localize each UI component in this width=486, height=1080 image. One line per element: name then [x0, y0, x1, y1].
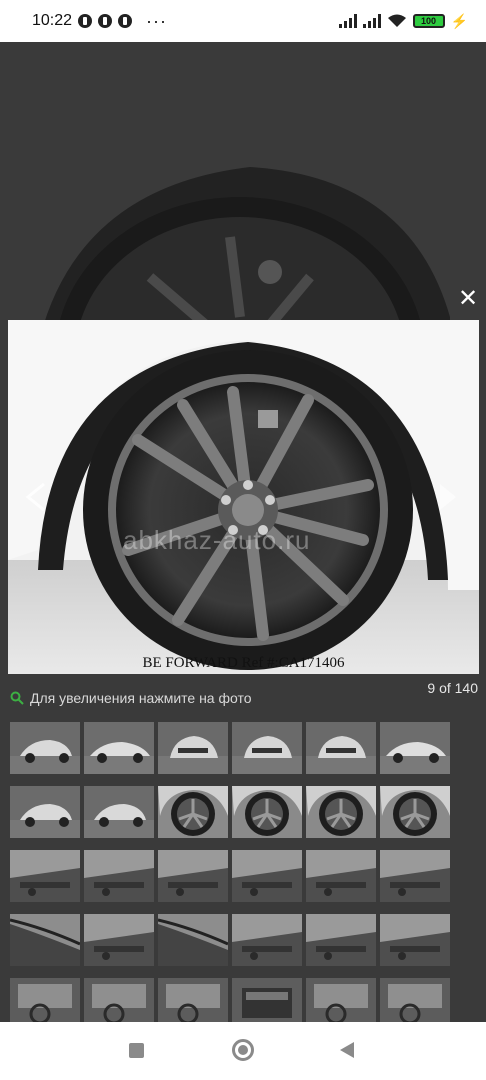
back-button[interactable]	[340, 1042, 354, 1058]
recent-apps-button[interactable]	[129, 1043, 144, 1058]
wifi-icon	[387, 14, 406, 27]
thumbnail-underbody[interactable]	[10, 850, 80, 902]
status-bar: 10:22 ··· 100 ⚡	[0, 0, 486, 42]
thumbnail-underbody[interactable]	[232, 850, 302, 902]
thumbnail-car-rear-white[interactable]	[158, 722, 228, 774]
thumbnail-image	[10, 914, 80, 966]
thumbnail-underbody[interactable]	[306, 914, 376, 966]
thumbnail-car-front-white[interactable]	[10, 786, 80, 838]
search-icon	[10, 691, 24, 705]
thumbnail-underbody[interactable]	[84, 850, 154, 902]
thumbnail-underbody[interactable]	[306, 850, 376, 902]
thumbnail-image	[158, 914, 228, 966]
thumbnail-car-front-white[interactable]	[10, 722, 80, 774]
thumbnail-underbody[interactable]	[84, 914, 154, 966]
previous-photo-button[interactable]	[24, 482, 48, 512]
thumbnail-fender[interactable]	[10, 914, 80, 966]
status-time: 10:22	[32, 12, 73, 29]
wheel-photo-image	[8, 320, 479, 674]
thumbnail-fender[interactable]	[158, 914, 228, 966]
thumbnail-underbody[interactable]	[158, 850, 228, 902]
thumbnail-row	[10, 786, 450, 838]
thumbnail-car-rear-white[interactable]	[232, 722, 302, 774]
signal-icon	[362, 14, 381, 28]
main-photo[interactable]: abkhaz-auto.ru BE FORWARD Ref #:CA171406	[8, 320, 479, 674]
thumbnail-image	[306, 914, 376, 966]
more-notifications-icon: ···	[146, 11, 168, 31]
next-photo-button[interactable]	[436, 482, 460, 512]
thumbnail-wheel[interactable]	[306, 786, 376, 838]
thumbnail-image	[158, 786, 228, 838]
thumbnail-image	[84, 850, 154, 902]
thumbnail-image	[232, 914, 302, 966]
thumbnail-image	[380, 914, 450, 966]
thumbnail-image	[380, 786, 450, 838]
thumbnail-wheel[interactable]	[232, 786, 302, 838]
facebook-icon	[78, 14, 93, 28]
facebook-icon	[118, 14, 133, 28]
thumbnail-image	[84, 914, 154, 966]
thumbnail-underbody[interactable]	[380, 914, 450, 966]
photo-caption: BE FORWARD Ref #:CA171406	[142, 655, 345, 671]
thumbnail-image	[10, 722, 80, 774]
thumbnail-image	[84, 786, 154, 838]
thumbnail-image	[158, 850, 228, 902]
thumbnail-car-side-white[interactable]	[380, 722, 450, 774]
thumbnail-image	[306, 850, 376, 902]
thumbnail-car-side-white[interactable]	[84, 722, 154, 774]
battery-icon: 100	[412, 14, 445, 28]
charging-icon: ⚡	[450, 12, 468, 29]
thumbnail-image	[10, 850, 80, 902]
thumbnail-image	[306, 722, 376, 774]
thumbnail-underbody[interactable]	[380, 850, 450, 902]
home-button[interactable]	[232, 1039, 254, 1061]
thumbnail-underbody[interactable]	[232, 914, 302, 966]
thumbnail-image	[232, 786, 302, 838]
watermark: abkhaz-auto.ru	[123, 525, 311, 555]
zoom-hint: Для увеличения нажмите на фото	[10, 688, 252, 708]
thumbnail-row	[10, 850, 450, 902]
thumbnail-image	[306, 786, 376, 838]
thumbnail-car-front-white[interactable]	[84, 786, 154, 838]
thumbnail-wheel[interactable]	[158, 786, 228, 838]
thumbnail-image	[232, 722, 302, 774]
thumbnail-image	[84, 722, 154, 774]
signal-icon	[338, 14, 357, 28]
thumbnail-image	[380, 722, 450, 774]
thumbnail-car-rear-white[interactable]	[306, 722, 376, 774]
system-nav-bar	[0, 1022, 486, 1080]
thumbnail-image	[158, 722, 228, 774]
thumbnail-image	[10, 786, 80, 838]
photo-counter: 9 of 140	[427, 680, 478, 696]
thumbnail-image	[380, 850, 450, 902]
messenger-icon	[98, 14, 113, 28]
thumbnail-row	[10, 722, 450, 774]
zoom-hint-text: Для увеличения нажмите на фото	[30, 690, 252, 706]
thumbnail-image	[232, 850, 302, 902]
thumbnail-row	[10, 914, 450, 966]
thumbnail-wheel[interactable]	[380, 786, 450, 838]
close-button[interactable]: ✕	[455, 285, 481, 311]
